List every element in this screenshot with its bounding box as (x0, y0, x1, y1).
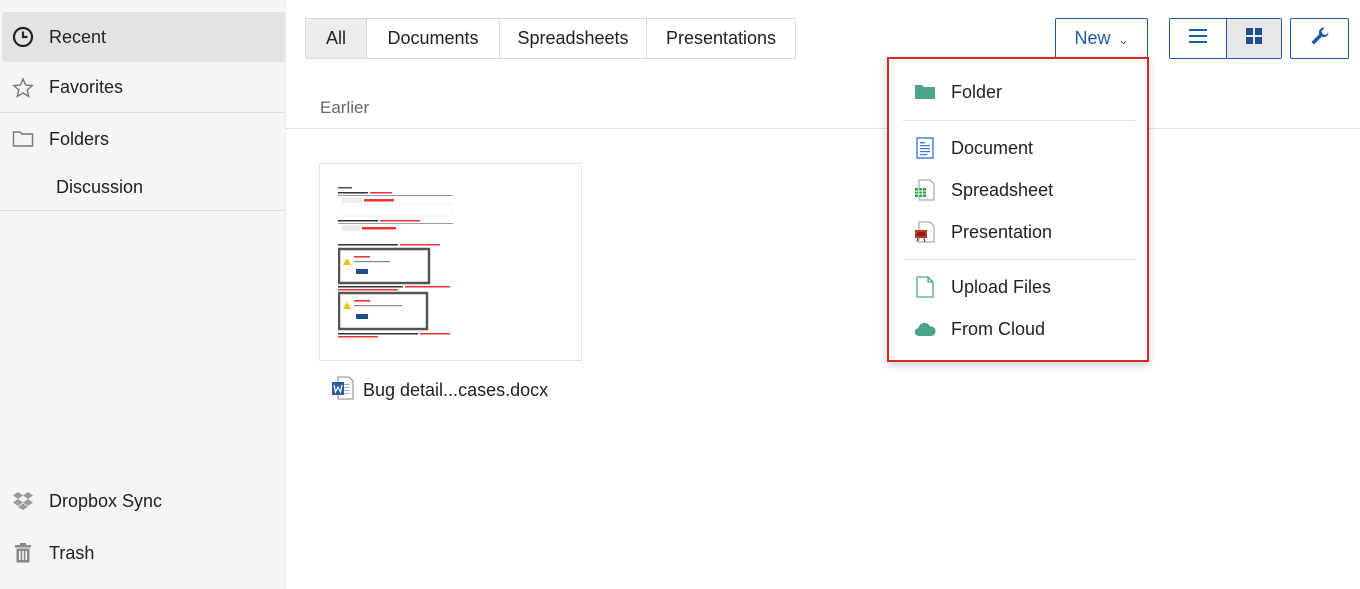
new-menu-item-folder[interactable]: Folder (889, 74, 1147, 110)
menu-item-label: Folder (951, 81, 1003, 102)
folder-outline-icon (12, 128, 34, 150)
list-view-button[interactable] (1170, 19, 1226, 58)
sidebar-item-label: Dropbox Sync (49, 490, 163, 511)
sidebar-item-discussion[interactable]: Discussion (0, 164, 285, 211)
tab-all[interactable]: All (306, 19, 367, 58)
new-menu-item-spreadsheet[interactable]: Spreadsheet (889, 172, 1147, 208)
menu-item-label: Presentation (951, 221, 1053, 242)
grid-icon (1245, 28, 1262, 49)
trash-icon (12, 542, 34, 564)
sidebar-item-label: Recent (49, 26, 107, 47)
document-thumbnail (337, 182, 458, 342)
sidebar: Recent Favorites Folders Discussion Drop… (0, 0, 286, 589)
file-card[interactable] (319, 163, 582, 361)
sidebar-item-folders[interactable]: Folders (0, 115, 285, 163)
wrench-icon (1310, 26, 1330, 51)
sidebar-item-dropbox-sync[interactable]: Dropbox Sync (0, 477, 285, 525)
filter-tabs: All Documents Spreadsheets Presentations (305, 18, 796, 59)
chevron-down-icon: ⌄ (1118, 32, 1129, 47)
tab-documents[interactable]: Documents (367, 19, 500, 58)
sidebar-item-label: Folders (49, 128, 110, 149)
sidebar-item-label: Discussion (56, 176, 144, 197)
new-menu-item-document[interactable]: Document (889, 130, 1147, 166)
new-menu-item-upload-files[interactable]: Upload Files (889, 269, 1147, 305)
grid-view-button[interactable] (1225, 19, 1281, 58)
new-button-label: New (1074, 28, 1111, 48)
sidebar-item-label: Trash (49, 542, 95, 563)
menu-item-label: Document (951, 137, 1034, 158)
spreadsheet-icon (914, 179, 936, 201)
folder-icon (914, 81, 936, 103)
view-toggle (1169, 18, 1282, 59)
file-name: Bug detail...cases.docx (363, 380, 549, 400)
word-doc-icon (332, 376, 354, 405)
section-heading: Earlier (320, 98, 370, 117)
cloud-icon (914, 318, 936, 340)
menu-item-label: Upload Files (951, 276, 1052, 297)
sidebar-item-favorites[interactable]: Favorites (0, 63, 285, 113)
new-button[interactable]: New ⌄ (1055, 18, 1148, 59)
new-menu-item-from-cloud[interactable]: From Cloud (889, 311, 1147, 347)
tab-spreadsheets[interactable]: Spreadsheets (500, 19, 647, 58)
document-icon (914, 137, 936, 159)
dropbox-icon (12, 490, 34, 512)
sidebar-item-recent[interactable]: Recent (2, 12, 285, 62)
menu-divider (903, 120, 1135, 121)
tools-button[interactable] (1290, 18, 1349, 59)
list-icon (1188, 28, 1207, 49)
new-menu-dropdown: Folder Document Spreadsheet Presentation… (887, 57, 1149, 362)
sidebar-item-trash[interactable]: Trash (0, 529, 285, 577)
new-menu-item-presentation[interactable]: Presentation (889, 214, 1147, 250)
section-divider (286, 128, 1360, 129)
star-icon (12, 76, 34, 99)
clock-icon (12, 26, 34, 48)
sidebar-item-label: Favorites (49, 77, 124, 97)
file-name-row[interactable]: Bug detail...cases.docx (332, 376, 548, 405)
menu-item-label: Spreadsheet (951, 179, 1054, 200)
menu-divider (903, 259, 1135, 260)
menu-item-label: From Cloud (951, 318, 1046, 339)
presentation-icon (914, 221, 936, 243)
tab-presentations[interactable]: Presentations (647, 19, 795, 58)
upload-file-icon (914, 276, 936, 298)
